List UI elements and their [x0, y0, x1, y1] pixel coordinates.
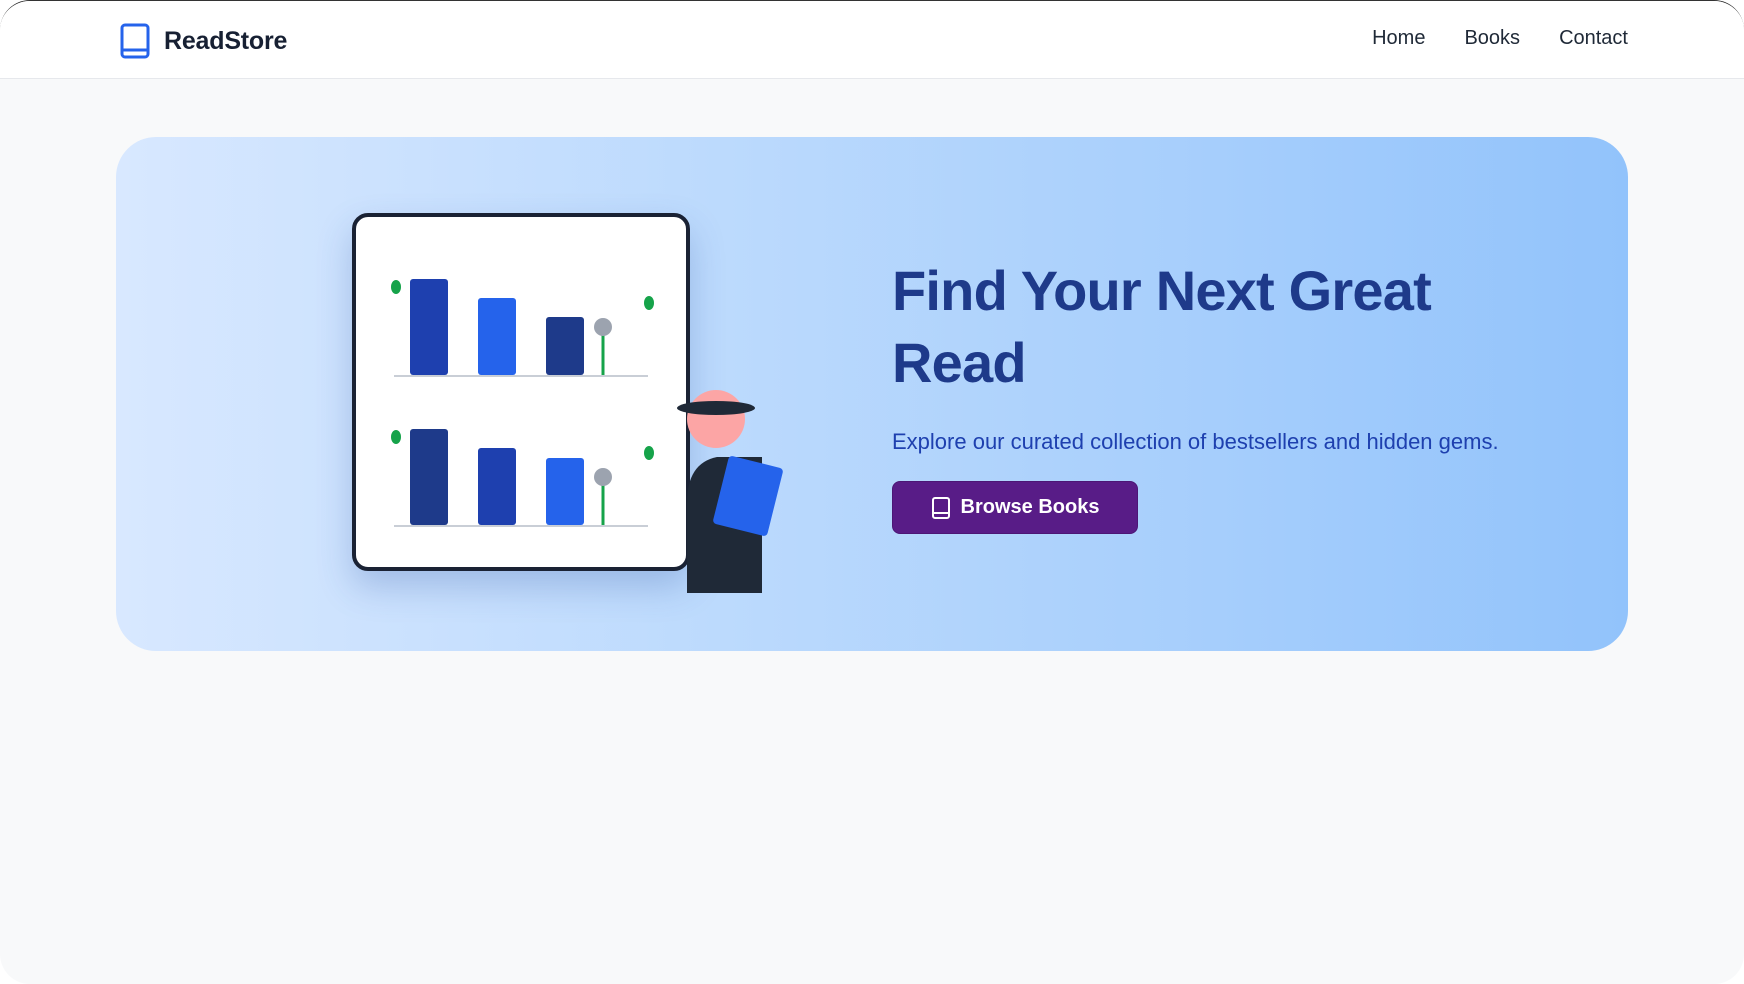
brand-logo-link[interactable]: ReadStore	[120, 21, 287, 61]
bookshelf-illustration	[352, 213, 792, 593]
hero-subtitle: Explore our curated collection of bestse…	[892, 429, 1499, 454]
hero-title: Find Your Next Great Read	[892, 259, 1432, 394]
nav-link-contact[interactable]: Contact	[1559, 27, 1628, 50]
top-navbar: ReadStore Home Books Contact	[0, 1, 1744, 79]
browse-books-label: Browse Books	[960, 496, 1100, 518]
nav-link-books[interactable]: Books	[1464, 27, 1520, 50]
brand-name: ReadStore	[164, 26, 288, 55]
app-window: ReadStore Home Books Contact Find Your N…	[0, 0, 1744, 984]
bookshelf-drawing	[391, 279, 654, 527]
hero-content: Find Your Next Great Read Explore our cu…	[892, 255, 1552, 534]
main-nav: Home Books Contact	[1372, 27, 1628, 50]
bookshelf-board	[352, 213, 690, 571]
hero-banner: Find Your Next Great Read Explore our cu…	[116, 137, 1628, 651]
book-icon	[120, 23, 150, 59]
nav-link-home[interactable]: Home	[1372, 27, 1425, 50]
book-icon	[931, 496, 951, 520]
browse-books-button[interactable]: Browse Books	[892, 481, 1138, 534]
